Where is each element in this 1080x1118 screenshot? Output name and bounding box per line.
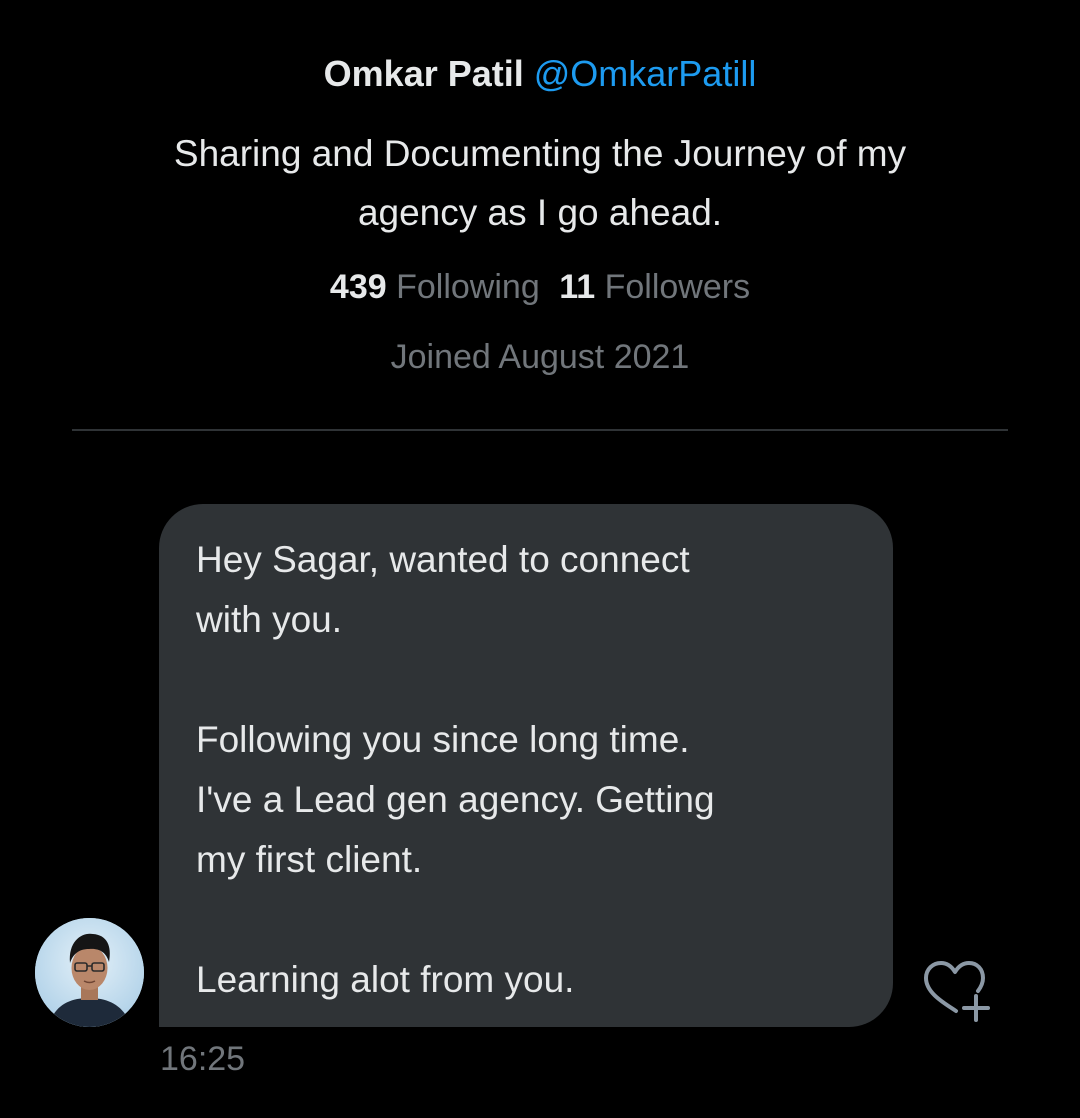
profile-name-line: Omkar Patil @OmkarPatill <box>0 52 1080 96</box>
divider <box>72 429 1008 431</box>
message-bubble[interactable]: Hey Sagar, wanted to connect with you. F… <box>159 504 893 1027</box>
followers-count: 11 <box>559 268 596 306</box>
display-name[interactable]: Omkar Patil <box>324 53 524 94</box>
following-link[interactable]: 439 Following <box>330 268 540 306</box>
message-line: with you. <box>196 599 343 640</box>
user-handle[interactable]: @OmkarPatill <box>534 53 757 94</box>
bio-line: Sharing and Documenting the Journey of m… <box>173 133 907 174</box>
message-line: my first client. <box>196 839 423 880</box>
message-line: Learning alot from you. <box>196 959 575 1000</box>
bio-line: agency as I go ahead. <box>357 192 723 233</box>
heart-plus-icon <box>924 961 990 1022</box>
followers-label: Followers <box>604 268 751 306</box>
profile-bio: Sharing and Documenting the Journey of m… <box>80 124 1000 242</box>
following-count: 439 <box>329 268 387 306</box>
joined-date: Joined August 2021 <box>390 338 690 376</box>
react-button[interactable] <box>918 960 992 1024</box>
following-label: Following <box>396 268 540 306</box>
sender-avatar[interactable] <box>35 918 144 1027</box>
message-line: I've a Lead gen agency. Getting <box>196 779 715 820</box>
message-line: Hey Sagar, wanted to connect <box>196 539 690 580</box>
message-line: Following you since long time. <box>196 719 690 760</box>
message-timestamp: 16:25 <box>160 1040 246 1078</box>
followers-link[interactable]: 11 Followers <box>559 268 750 306</box>
avatar-image <box>35 918 144 1027</box>
profile-stats: 439 Following 11 Followers <box>0 266 1080 308</box>
